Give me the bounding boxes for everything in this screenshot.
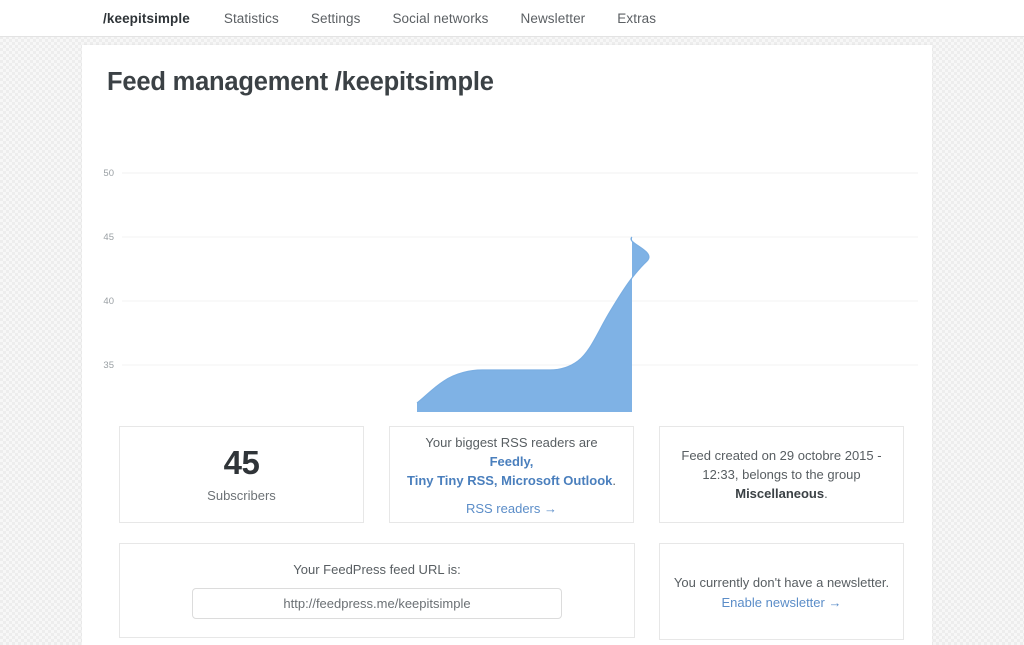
feed-created-line2: 12:33, belongs to the group bbox=[702, 467, 861, 482]
feed-url-input[interactable] bbox=[192, 588, 562, 619]
chart-svg: 50 45 40 35 30 bbox=[103, 168, 918, 412]
rss-readers-prefix: Your biggest RSS readers are bbox=[425, 435, 598, 450]
content-panel: Feed management /keepitsimple 50 45 40 3… bbox=[82, 45, 932, 645]
enable-newsletter-link[interactable]: Enable newsletter → bbox=[722, 595, 842, 610]
nav-item-statistics[interactable]: Statistics bbox=[224, 11, 279, 26]
y-tick-40: 40 bbox=[103, 296, 114, 307]
newsletter-card: You currently don't have a newsletter. E… bbox=[659, 543, 904, 640]
top-navigation: /keepitsimple Statistics Settings Social… bbox=[0, 0, 1024, 37]
details-card-row: Your FeedPress feed URL is: You currentl… bbox=[119, 543, 904, 640]
feed-created-line1: Feed created on 29 octobre 2015 - bbox=[681, 448, 882, 463]
rss-readers-name-first: Feedly, bbox=[489, 454, 534, 469]
rss-readers-card: Your biggest RSS readers are Feedly, Tin… bbox=[389, 426, 634, 523]
chart-series-subscribers bbox=[416, 236, 650, 412]
newsletter-status-text: You currently don't have a newsletter. bbox=[673, 575, 890, 590]
y-tick-35: 35 bbox=[103, 360, 114, 371]
subscribers-label: Subscribers bbox=[207, 487, 276, 503]
nav-item-settings[interactable]: Settings bbox=[311, 11, 361, 26]
feed-created-text: Feed created on 29 octobre 2015 - 12:33,… bbox=[667, 446, 895, 503]
feed-group-name: Miscellaneous bbox=[735, 486, 825, 501]
rss-readers-text: Your biggest RSS readers are Feedly, Tin… bbox=[390, 433, 633, 490]
subscribers-area-chart: 50 45 40 35 30 bbox=[82, 117, 932, 412]
rss-readers-link[interactable]: RSS readers → bbox=[466, 501, 557, 516]
nav-item-newsletter[interactable]: Newsletter bbox=[521, 11, 586, 26]
nav-item-keepitsimple[interactable]: /keepitsimple bbox=[103, 11, 190, 26]
subscribers-card: 45 Subscribers bbox=[119, 426, 364, 523]
feed-created-card: Feed created on 29 octobre 2015 - 12:33,… bbox=[659, 426, 904, 523]
nav-item-social-networks[interactable]: Social networks bbox=[392, 11, 488, 26]
rss-readers-names-rest: Tiny Tiny RSS, Microsoft Outlook bbox=[407, 473, 613, 488]
chart-y-axis: 50 45 40 35 30 bbox=[103, 168, 114, 371]
rss-readers-period: . bbox=[612, 473, 616, 488]
feed-url-card: Your FeedPress feed URL is: bbox=[119, 543, 635, 638]
stats-card-row: 45 Subscribers Your biggest RSS readers … bbox=[119, 426, 904, 523]
feed-created-period: . bbox=[824, 486, 828, 501]
page-title: Feed management /keepitsimple bbox=[107, 68, 494, 96]
nav-item-extras[interactable]: Extras bbox=[617, 11, 656, 26]
feed-url-label: Your FeedPress feed URL is: bbox=[293, 562, 461, 577]
y-tick-45: 45 bbox=[103, 232, 114, 243]
y-tick-50: 50 bbox=[103, 168, 114, 179]
subscribers-count: 45 bbox=[223, 444, 260, 482]
